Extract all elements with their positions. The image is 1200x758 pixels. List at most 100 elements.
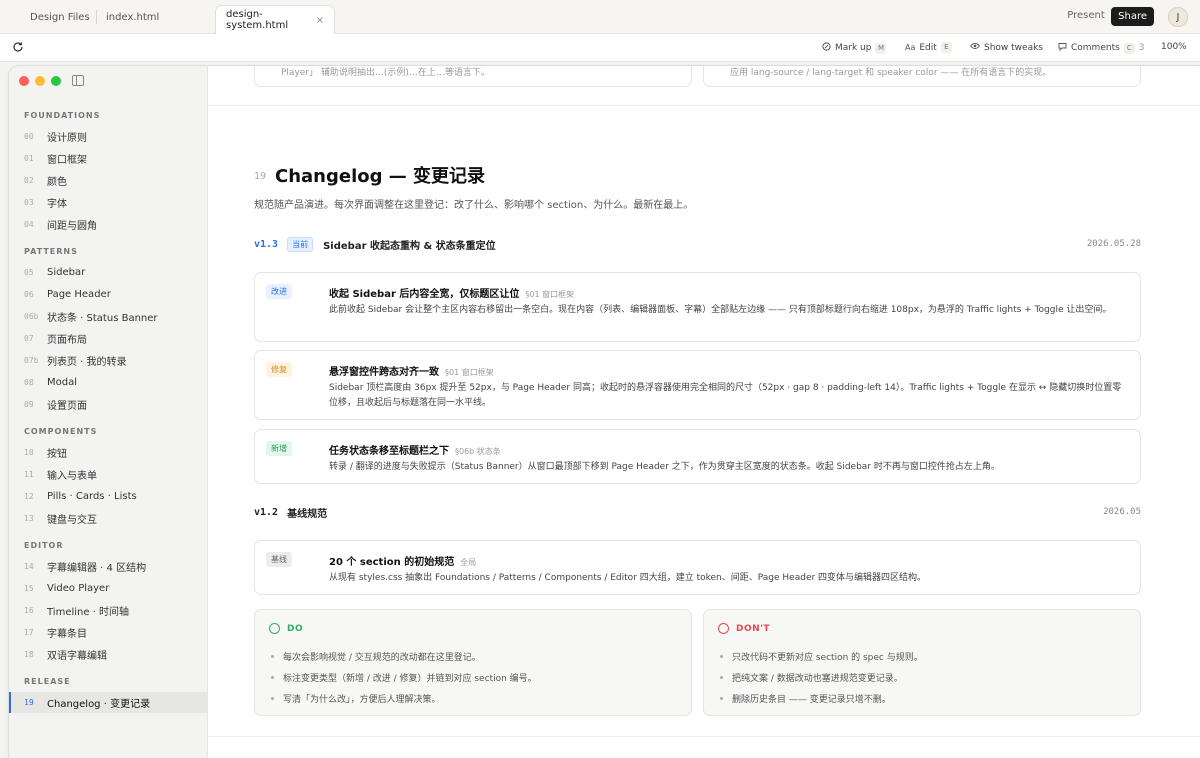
entry-title-text: 收起 Sidebar 后内容全宽，仅标题区让位 xyxy=(329,289,520,300)
comments-button[interactable]: Comments C 3 xyxy=(1058,42,1145,54)
markup-button[interactable]: Mark up M xyxy=(822,42,887,54)
maximize-window-icon[interactable] xyxy=(51,76,61,86)
section-description: 规范随产品演进。每次界面调整在这里登记：改了什么、影响哪个 section、为什… xyxy=(254,200,694,211)
sidebar-item-number: 17 xyxy=(24,628,34,637)
check-circle-icon xyxy=(269,623,280,634)
app-window: FOUNDATIONS 00 设计原则 01 窗口框架 02 颜色 03 字体 04 间距与圆角 PA… xyxy=(9,66,1200,758)
avatar[interactable]: J xyxy=(1168,7,1188,27)
entry-description: Sidebar 顶栏高度由 36px 提升至 52px，与 Page Heade… xyxy=(329,383,1122,408)
sidebar-item-label: 字体 xyxy=(47,199,67,210)
entry-title-text: 悬浮窗控件跨态对齐一致 xyxy=(329,367,439,378)
sidebar-item-number: 09 xyxy=(24,400,34,409)
list-item: 只改代码不更新对应 section 的 spec 与规则。 xyxy=(720,646,923,667)
version-title: 基线规范 xyxy=(287,508,328,520)
comments-label: Comments xyxy=(1071,43,1120,53)
entry-description: 从现有 styles.css 抽象出 Foundations / Pattern… xyxy=(329,573,927,583)
close-icon[interactable]: × xyxy=(316,15,324,26)
sidebar-item[interactable]: 06b 状态条 · Status Banner xyxy=(9,306,208,327)
sidebar-group-title: COMPONENTS xyxy=(24,427,98,436)
sidebar-item-label: Modal xyxy=(47,377,77,388)
sidebar-item-label: 设置页面 xyxy=(47,401,87,412)
zoom-level[interactable]: 100% xyxy=(1161,42,1187,52)
list-item: 把纯文案 / 数据改动也塞进规范变更记录。 xyxy=(720,667,923,688)
entry-title: 收起 Sidebar 后内容全宽，仅标题区让位 §01 窗口框架 xyxy=(329,285,574,300)
edit-label: Edit xyxy=(919,42,937,53)
section-ref-link[interactable]: §01 窗口框架 xyxy=(525,290,574,299)
dont-heading: DON'T xyxy=(718,623,770,634)
sidebar-item-label: 颜色 xyxy=(47,177,67,188)
list-item: 每次会影响视觉 / 交互规范的改动都在这里登记。 xyxy=(271,646,537,667)
eye-icon xyxy=(969,42,981,53)
sidebar-item[interactable]: 08 Modal xyxy=(9,372,208,393)
previous-section-card: Player」 辅助说明抽出…(示例)…在上…等语言下。 xyxy=(254,66,692,87)
sidebar-item[interactable]: 00 设计原则 xyxy=(9,126,208,147)
sidebar-item[interactable]: 15 Video Player xyxy=(9,578,208,599)
sidebar-item-number: 12 xyxy=(24,492,34,501)
sidebar-item[interactable]: 09 设置页面 xyxy=(9,394,208,415)
sidebar-item-number: 07b xyxy=(24,356,39,365)
list-item: 删除历史条目 —— 变更记录只增不删。 xyxy=(720,688,923,709)
entry-title-text: 任务状态条移至标题栏之下 xyxy=(329,446,449,457)
changelog-entry: 新增 任务状态条移至标题栏之下 §06b 状态条 转录 / 翻译的进度与失败提示（… xyxy=(254,429,1141,484)
changelog-entry: 修复 悬浮窗控件跨态对齐一致 §01 窗口框架 Sidebar 顶栏高度由 36p… xyxy=(254,350,1141,420)
sidebar-item[interactable]: 18 双语字幕编辑 xyxy=(9,644,208,665)
sidebar-item[interactable]: 19 Changelog · 变更记录 xyxy=(9,692,208,713)
version-date: 2026.05 xyxy=(1103,507,1141,517)
sidebar-item[interactable]: 17 字幕条目 xyxy=(9,622,208,643)
sidebar-item-label: Timeline · 时间轴 xyxy=(47,607,130,618)
sidebar-item[interactable]: 07b 列表页 · 我的转录 xyxy=(9,350,208,371)
sidebar-item[interactable]: 03 字体 xyxy=(9,192,208,213)
version-number: v1.3 xyxy=(254,238,279,250)
cross-circle-icon xyxy=(718,623,729,634)
sidebar-item-number: 05 xyxy=(24,268,34,277)
sidebar-item-label: 字幕条目 xyxy=(47,629,87,640)
sidebar-toggle-icon[interactable] xyxy=(72,75,84,86)
present-label: Present xyxy=(1067,10,1105,21)
sidebar-item[interactable]: 11 输入与表单 xyxy=(9,464,208,485)
preview-toolbar: Mark up M Aa Edit E Show tweaks Comments… xyxy=(0,34,1200,62)
minimize-window-icon[interactable] xyxy=(35,76,45,86)
share-button[interactable]: Share xyxy=(1111,7,1154,26)
sidebar-item[interactable]: 05 Sidebar xyxy=(9,262,208,283)
sidebar-item[interactable]: 10 按钮 xyxy=(9,442,208,463)
section-ref-link[interactable]: §06b 状态条 xyxy=(455,447,501,456)
section-ref-link[interactable]: 全局 xyxy=(460,558,476,567)
sidebar-item[interactable]: 12 Pills · Cards · Lists xyxy=(9,486,208,507)
sidebar-item-number: 01 xyxy=(24,154,34,163)
markup-label: Mark up xyxy=(835,43,872,53)
sidebar-item-number: 18 xyxy=(24,650,34,659)
sidebar-item[interactable]: 01 窗口框架 xyxy=(9,148,208,169)
sidebar-item-number: 10 xyxy=(24,448,34,457)
close-window-icon[interactable] xyxy=(19,76,29,86)
tab-index-html[interactable]: index.html xyxy=(96,6,169,28)
comments-count: 3 xyxy=(1138,43,1145,53)
sidebar-item-number: 07 xyxy=(24,334,34,343)
sidebar-item[interactable]: 16 Timeline · 时间轴 xyxy=(9,600,208,621)
tab-label: design-system.html xyxy=(226,9,289,31)
browser-tab-bar: Design Files index.html design-system.ht… xyxy=(0,0,1200,34)
page-title: Changelog — 变更记录 xyxy=(275,166,486,187)
sidebar-item[interactable]: 13 键盘与交互 xyxy=(9,508,208,529)
sidebar-item[interactable]: 02 颜色 xyxy=(9,170,208,191)
tab-label: Design Files xyxy=(30,11,90,23)
sidebar-item-label: 双语字幕编辑 xyxy=(47,651,107,662)
tab-design-files[interactable]: Design Files xyxy=(20,6,100,28)
tab-design-system-html[interactable]: design-system.html × xyxy=(215,5,335,34)
section-ref-link[interactable]: §01 窗口框架 xyxy=(445,368,494,377)
sidebar-item[interactable]: 04 间距与圆角 xyxy=(9,214,208,235)
do-list: 每次会影响视觉 / 交互规范的改动都在这里登记。 标注变更类型（新增 / 改进 … xyxy=(271,646,537,709)
sidebar-item-number: 19 xyxy=(24,698,34,707)
dont-list: 只改代码不更新对应 section 的 spec 与规则。 把纯文案 / 数据改… xyxy=(720,646,923,709)
sidebar-item[interactable]: 07 页面布局 xyxy=(9,328,208,349)
sidebar-item[interactable]: 14 字幕编辑器 · 4 区结构 xyxy=(9,556,208,577)
reload-icon[interactable] xyxy=(12,41,26,55)
tab-label: index.html xyxy=(106,11,160,23)
main-scroll-area[interactable]: Player」 辅助说明抽出…(示例)…在上…等语言下。 应用 lang-sou… xyxy=(208,66,1200,758)
edit-button[interactable]: Aa Edit E xyxy=(905,42,952,53)
show-tweaks-button[interactable]: Show tweaks xyxy=(969,42,1043,53)
sidebar-item-label: 按钮 xyxy=(47,449,67,460)
sidebar-item[interactable]: 06 Page Header xyxy=(9,284,208,305)
version-number: v1.2 xyxy=(254,506,279,518)
previous-card-text: Player」 辅助说明抽出…(示例)…在上…等语言下。 xyxy=(281,68,490,78)
sidebar-item-label: Changelog · 变更记录 xyxy=(47,699,151,710)
